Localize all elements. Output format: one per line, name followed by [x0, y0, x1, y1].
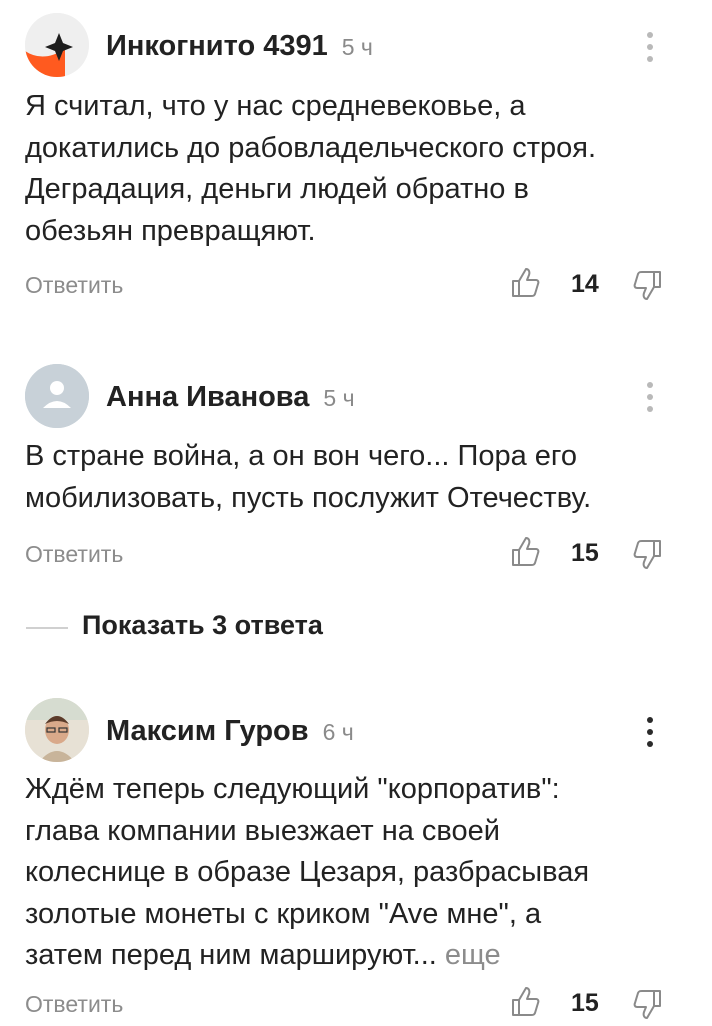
like-count: 15 [571, 989, 599, 1017]
author-name[interactable]: Максим Гуров 6 ч [106, 715, 354, 748]
comment-time: 6 ч [322, 719, 354, 745]
read-more-link[interactable]: еще [445, 939, 501, 971]
show-replies-label[interactable]: Показать 3 ответа [82, 610, 323, 641]
comment-text: Я считал, что у нас средневековье, а док… [25, 90, 597, 247]
author-avatar[interactable] [25, 364, 89, 428]
incognito-avatar-icon [25, 13, 89, 77]
thread-line [26, 627, 68, 629]
thumbs-up-icon[interactable] [509, 535, 543, 569]
comment-time: 5 ч [323, 385, 355, 411]
reply-button[interactable]: Ответить [25, 272, 123, 299]
author-name[interactable]: Инкогнито 4391 5 ч [106, 30, 373, 63]
thumbs-down-icon[interactable] [630, 268, 664, 302]
author-avatar[interactable] [25, 13, 89, 77]
comment-text: Ждём теперь следующий "корпоратив": глав… [25, 773, 590, 971]
more-options-icon[interactable] [638, 380, 662, 414]
comment-time: 5 ч [341, 34, 373, 60]
like-count: 14 [571, 270, 599, 298]
reply-button[interactable]: Ответить [25, 541, 123, 568]
comment-text: В стране война, а он вон чего... Пора ег… [25, 440, 592, 514]
thumbs-down-icon[interactable] [630, 537, 664, 571]
author-name[interactable]: Анна Иванова 5 ч [106, 381, 355, 414]
thumbs-down-icon[interactable] [630, 987, 664, 1021]
user-photo-avatar [25, 698, 89, 762]
user-placeholder-icon [25, 364, 89, 428]
more-options-icon[interactable] [638, 30, 662, 64]
thumbs-up-icon[interactable] [509, 985, 543, 1019]
author-avatar[interactable] [25, 698, 89, 762]
show-replies-button[interactable]: Показать 3 ответа [0, 606, 712, 650]
thumbs-up-icon[interactable] [509, 266, 543, 300]
like-count: 15 [571, 539, 599, 567]
more-options-icon[interactable] [638, 715, 662, 749]
